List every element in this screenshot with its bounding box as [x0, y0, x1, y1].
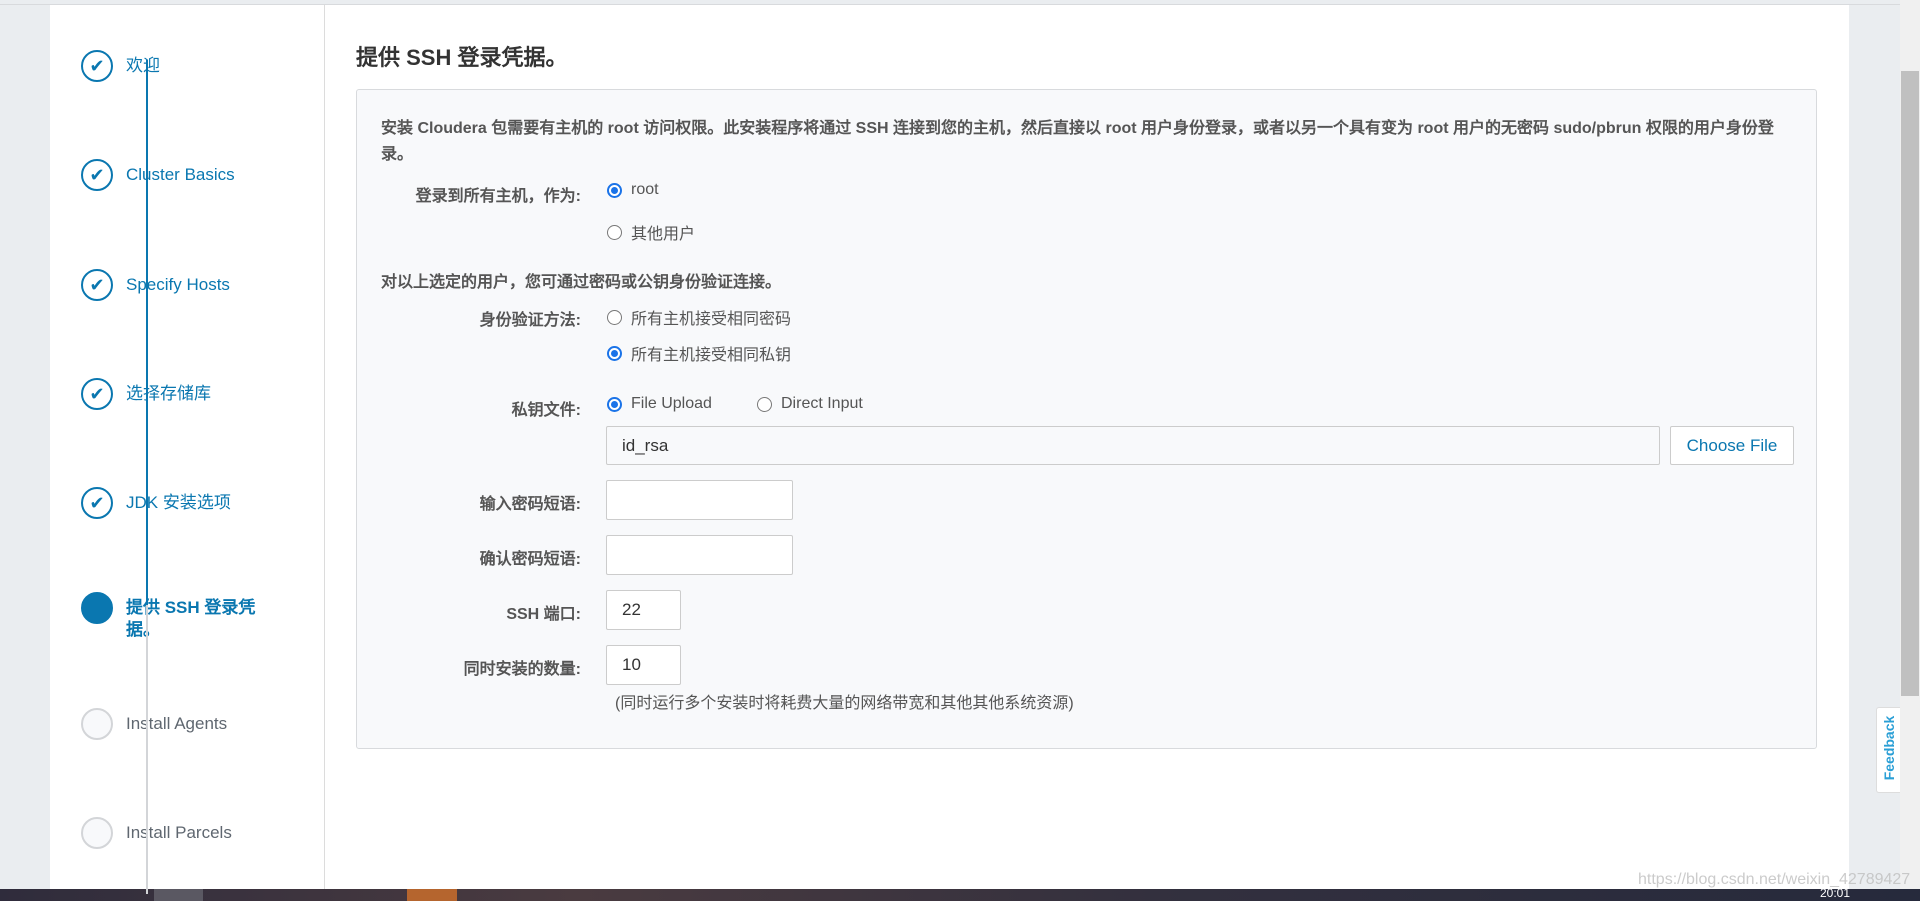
confirm-passphrase-label: 确认密码短语:: [479, 551, 581, 568]
passphrase-input[interactable]: [606, 480, 793, 520]
auth-private-key-radio[interactable]: 所有主机接受相同私钥: [607, 341, 791, 365]
ssh-port-label: SSH 端口:: [506, 606, 581, 623]
radio-unchecked-icon: [607, 224, 622, 240]
pending-step-icon: [81, 817, 113, 849]
check-icon: ✔: [81, 159, 113, 191]
page-title: 提供 SSH 登录凭据。: [356, 45, 568, 70]
check-icon: ✔: [81, 378, 113, 410]
direct-input-radio[interactable]: Direct Input: [757, 395, 863, 413]
radio-checked-icon: [607, 345, 622, 361]
watermark: https://blog.csdn.net/weixin_42789427: [1638, 871, 1911, 888]
clock: 20:01: [1819, 886, 1850, 900]
check-icon: ✔: [81, 50, 113, 82]
login-other-user-radio[interactable]: 其他用户: [607, 220, 695, 244]
auth-password-radio[interactable]: 所有主机接受相同密码: [607, 305, 791, 329]
step-specify-hosts[interactable]: ✔ Specify Hosts: [50, 265, 325, 305]
private-key-file-label: 私钥文件:: [511, 402, 581, 419]
passphrase-label: 输入密码短语:: [479, 496, 581, 513]
step-ssh-credentials: 提供 SSH 登录凭据。: [50, 588, 325, 639]
pending-step-icon: [81, 708, 113, 740]
radio-unchecked-icon: [607, 309, 622, 325]
os-taskbar: 20:01: [0, 886, 1920, 901]
login-root-radio[interactable]: root: [607, 181, 659, 199]
ssh-credentials-panel: 安装 Cloudera 包需要有主机的 root 访问权限。此安装程序将通过 S…: [356, 89, 1817, 749]
step-select-repository[interactable]: ✔ 选择存储库: [50, 374, 325, 414]
login-as-label: 登录到所有主机，作为:: [415, 188, 581, 205]
check-icon: ✔: [81, 269, 113, 301]
step-jdk-options[interactable]: ✔ JDK 安装选项: [50, 483, 325, 523]
taskbar-app-button[interactable]: [154, 889, 203, 901]
radio-unchecked-icon: [757, 396, 772, 412]
scrollbar-thumb[interactable]: [1901, 71, 1919, 696]
check-icon: ✔: [81, 487, 113, 519]
choose-file-button[interactable]: Choose File: [1670, 426, 1794, 465]
radio-checked-icon: [607, 182, 622, 198]
progress-rail-pending: [146, 605, 148, 894]
description: 安装 Cloudera 包需要有主机的 root 访问权限。此安装程序将通过 S…: [381, 120, 1774, 163]
parallel-installs-input[interactable]: 10: [606, 645, 681, 685]
parallel-installs-label: 同时安装的数量:: [463, 661, 581, 678]
step-install-parcels: Install Parcels: [50, 813, 325, 853]
current-step-icon: [81, 592, 113, 624]
feedback-tab[interactable]: Feedback: [1876, 707, 1900, 793]
auth-method-label: 身份验证方法:: [479, 312, 581, 329]
confirm-passphrase-input[interactable]: [606, 535, 793, 575]
ssh-port-input[interactable]: 22: [606, 590, 681, 630]
wizard-steps-sidebar: ✔ 欢迎 ✔ Cluster Basics ✔ Specify Hosts ✔ 选择存储…: [50, 5, 325, 894]
step-install-agents: Install Agents: [50, 704, 325, 744]
file-upload-radio[interactable]: File Upload: [607, 395, 712, 413]
radio-checked-icon: [607, 396, 622, 412]
taskbar-app-button[interactable]: [407, 889, 457, 901]
step-welcome[interactable]: ✔ 欢迎: [50, 46, 325, 86]
auth-note: 对以上选定的用户，您可通过密码或公钥身份验证连接。: [381, 274, 782, 291]
private-key-file-field[interactable]: id_rsa: [606, 426, 1660, 465]
step-cluster-basics[interactable]: ✔ Cluster Basics: [50, 155, 325, 195]
parallel-installs-note: (同时运行多个安装时将耗费大量的网络带宽和其他其他系统资源): [615, 695, 1074, 712]
